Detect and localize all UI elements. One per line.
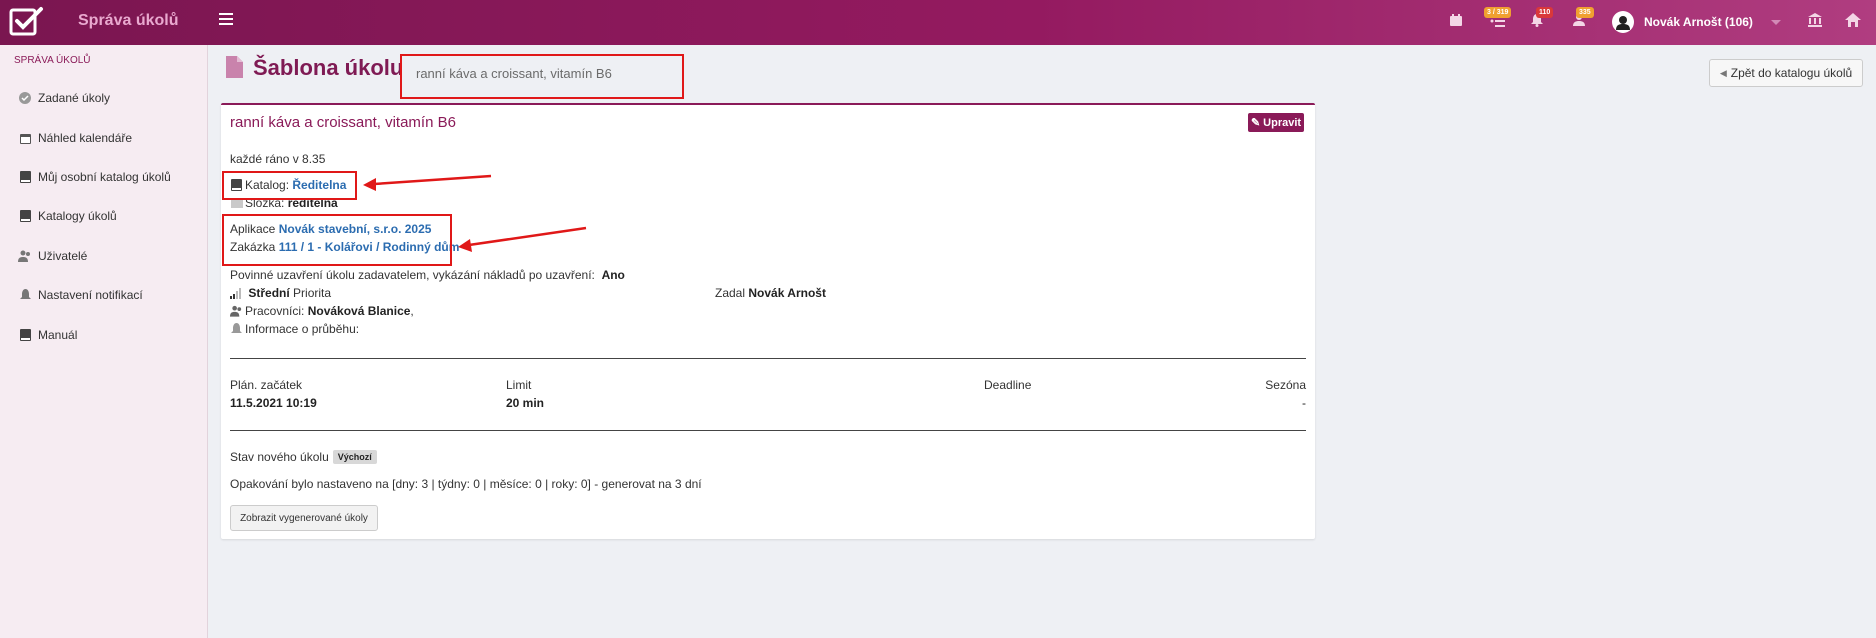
file-icon [226, 55, 243, 81]
signal-bars-icon [230, 287, 243, 300]
home-icon[interactable] [1845, 13, 1863, 31]
sidebar-item-label: Katalogy úkolů [38, 209, 117, 223]
sidebar-item-users[interactable]: Uživatelé [18, 246, 87, 266]
season-value: - [1302, 396, 1306, 410]
workers-suffix: , [410, 304, 414, 318]
team-icon[interactable]: 335 [1570, 7, 1594, 31]
institution-icon[interactable] [1807, 13, 1825, 31]
sidebar-item-manual[interactable]: Manuál [18, 325, 77, 345]
task-description: každé ráno v 8.35 [230, 152, 326, 166]
edit-button[interactable]: ✎ Upravit [1248, 113, 1304, 132]
task-template-card: ranní káva a croissant, vitamín B6 ✎ Upr… [221, 103, 1315, 539]
user-menu[interactable]: Novák Arnošt (106) [1612, 11, 1753, 33]
calendar-icon[interactable] [1449, 13, 1467, 31]
avatar [1612, 11, 1634, 33]
users-icon [18, 249, 32, 263]
page-subtitle: ranní káva a croissant, vitamín B6 [400, 54, 684, 99]
annotation-box-application [222, 214, 452, 266]
sidebar-item-calendar[interactable]: Náhled kalendáře [18, 128, 132, 148]
status-badge: Výchozí [332, 450, 377, 464]
alerts-badge: 110 [1536, 7, 1554, 18]
sidebar-item-label: Můj osobní katalog úkolů [38, 170, 171, 184]
new-task-state-row: Stav nového úkolu Výchozí [230, 450, 377, 464]
mandatory-close-value: Ano [601, 268, 625, 282]
workers-row: Pracovníci: Nováková Blanice, [230, 304, 414, 318]
show-generated-tasks-button[interactable]: Zobrazit vygenerované úkoly [230, 505, 378, 531]
assigned-by-value: Novák Arnošt [748, 286, 826, 300]
priority-row: Střední Priorita [230, 286, 331, 300]
priority-value: Střední [248, 286, 290, 300]
divider [230, 358, 1306, 359]
pencil-icon: ✎ [1250, 117, 1261, 129]
limit-value: 20 min [506, 396, 545, 410]
team-badge: 335 [1576, 7, 1594, 18]
annotation-box-catalog [222, 171, 357, 200]
season-label: Sezóna [1265, 378, 1306, 392]
tasks-badge: 3 / 319 [1484, 7, 1512, 18]
limit-label: Limit [506, 378, 532, 392]
users-icon [230, 305, 243, 318]
new-task-state-label: Stav nového úkolu [230, 450, 329, 464]
chevron-left-icon: ◀ [1719, 67, 1727, 78]
workers-label: Pracovníci: [245, 304, 305, 318]
sidebar-item-catalogs[interactable]: Katalogy úkolů [18, 206, 117, 226]
mandatory-close-label: Povinné uzavření úkolu zadavatelem, vyká… [230, 268, 595, 282]
user-dropdown-icon[interactable] [1771, 20, 1781, 25]
bell-icon [18, 288, 32, 302]
tasks-icon[interactable]: 3 / 319 [1484, 7, 1512, 31]
repeat-info: Opakování bylo nastaveno na [dny: 3 | tý… [230, 477, 702, 491]
app-logo-icon[interactable] [8, 6, 44, 38]
sidebar-item-label: Manuál [38, 328, 78, 342]
sidebar-item-label: Zadané úkoly [38, 91, 111, 105]
page-title: Šablona úkolu [253, 55, 404, 80]
app-title[interactable]: Správa úkolů [78, 12, 178, 30]
bell-icon[interactable]: 110 [1530, 7, 1554, 31]
calendar-icon [18, 131, 32, 145]
plan-start-label: Plán. začátek [230, 378, 303, 392]
sidebar: SPRÁVA ÚKOLŮ Zadané úkoly Náhled kalendá… [0, 45, 208, 638]
assigned-by-label: Zadal [715, 286, 746, 300]
mandatory-close-row: Povinné uzavření úkolu zadavatelem, vyká… [230, 268, 625, 282]
book-icon [18, 170, 32, 184]
edit-button-label: Upravit [1263, 116, 1302, 129]
sidebar-item-label: Uživatelé [38, 249, 88, 263]
progress-info-label: Informace o průběhu: [245, 322, 360, 336]
sidebar-item-notifications[interactable]: Nastavení notifikací [18, 285, 143, 305]
check-circle-icon [18, 91, 32, 105]
workers-value: Nováková Blanice [307, 304, 411, 318]
annotation-arrow-application [458, 226, 587, 252]
top-bar: Správa úkolů 3 / 319 110 335 Novák Arnoš… [0, 0, 1876, 45]
annotation-arrow-catalog [363, 174, 492, 191]
sidebar-item-personal-catalog[interactable]: Můj osobní katalog úkolů [18, 167, 171, 187]
back-button-label: Zpět do katalogu úkolů [1730, 66, 1853, 80]
user-name: Novák Arnošt (106) [1644, 15, 1753, 29]
deadline-label: Deadline [984, 378, 1032, 392]
priority-label: Priorita [293, 286, 332, 300]
bell-icon [230, 323, 243, 336]
sidebar-item-label: Náhled kalendáře [38, 131, 133, 145]
sidebar-item-label: Nastavení notifikací [38, 288, 143, 302]
plan-start-value: 11.5.2021 10:19 [230, 396, 317, 410]
book-icon [18, 328, 32, 342]
menu-toggle-icon[interactable] [219, 13, 233, 25]
sidebar-header: SPRÁVA ÚKOLŮ [14, 55, 91, 66]
assigned-by-row: Zadal Novák Arnošt [715, 286, 826, 300]
back-to-catalog-button[interactable]: ◀ Zpět do katalogu úkolů [1709, 59, 1863, 87]
progress-info-row: Informace o průběhu: [230, 322, 359, 336]
divider [230, 430, 1306, 431]
sidebar-item-assigned-tasks[interactable]: Zadané úkoly [18, 88, 110, 108]
card-title: ranní káva a croissant, vitamín B6 [230, 114, 456, 131]
page-header: Šablona úkolu [226, 55, 403, 81]
book-icon [18, 209, 32, 223]
